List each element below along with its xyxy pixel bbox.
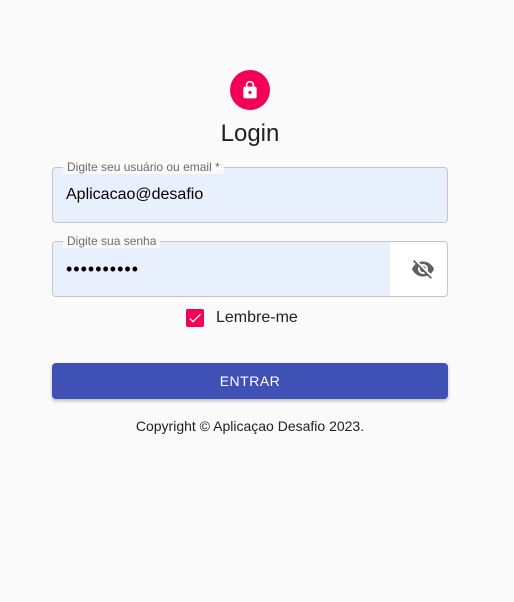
eye-off-icon [412, 260, 434, 279]
page-title: Login [220, 120, 280, 147]
remember-me-checkbox[interactable] [186, 309, 204, 327]
lock-avatar [230, 70, 270, 110]
email-input[interactable]: Aplicacao@desafio [66, 168, 203, 222]
remember-me[interactable]: Lembre-me [186, 308, 298, 328]
login-submit-button[interactable]: ENTRAR [52, 363, 448, 399]
password-input[interactable]: •••••••••• [66, 242, 139, 296]
lock-icon [243, 80, 257, 99]
login-page: Login Digite seu usuário ou email * Apli… [0, 0, 514, 602]
remember-me-label: Lembre-me [216, 309, 298, 326]
checkmark-icon [189, 313, 201, 323]
password-field[interactable]: Digite sua senha •••••••••• [52, 234, 448, 297]
copyright-text: Copyright © Aplicaçao Desafio 2023. [135, 418, 365, 434]
email-field[interactable]: Digite seu usuário ou email * Aplicacao@… [52, 160, 448, 223]
toggle-password-visibility-button[interactable] [409, 255, 437, 283]
